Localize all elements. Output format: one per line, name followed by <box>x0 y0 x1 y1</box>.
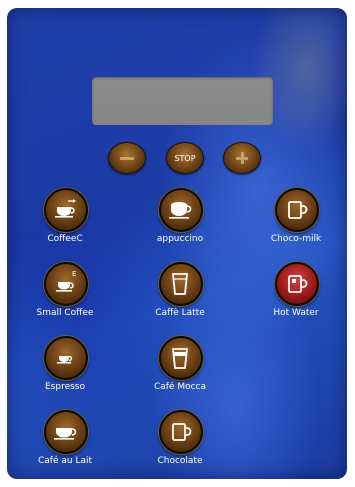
cafe-au-lait-label: Café au Lait <box>37 456 92 466</box>
cup-arrow-icon <box>55 199 76 218</box>
mug-icon <box>288 201 308 219</box>
small-cup-icon: E <box>56 270 76 292</box>
cup-icon <box>54 428 77 440</box>
cappuccino-button[interactable]: appuccino <box>135 188 225 258</box>
cafe-mocca-button[interactable]: Café Mocca <box>135 336 225 406</box>
choco-milk-label: Choco-milk <box>270 234 322 244</box>
cafe-au-lait-button[interactable]: Café au Lait <box>20 410 110 480</box>
stop-button[interactable]: STOP <box>166 142 204 174</box>
tall-glass-icon <box>172 273 188 295</box>
increase-button[interactable] <box>223 142 261 174</box>
coffee-c-button[interactable]: CoffeeC <box>20 188 110 258</box>
chocolate-label: Chocolate <box>157 456 203 466</box>
cafe-mocca-label: Café Mocca <box>153 382 207 392</box>
hot-water-button[interactable]: Hot Water <box>251 262 341 332</box>
stop-label: STOP <box>174 153 196 163</box>
cappuccino-label: appuccino <box>156 234 204 244</box>
coffee-c-label: CoffeeC <box>47 234 83 244</box>
choco-milk-button[interactable]: Choco-milk <box>251 188 341 258</box>
chocolate-mug-icon <box>172 423 192 441</box>
hot-water-label: Hot Water <box>273 308 319 318</box>
caffe-latte-button[interactable]: Caffè Latte <box>135 262 225 332</box>
small-coffee-badge: E <box>72 270 76 278</box>
decrease-button[interactable] <box>108 142 146 174</box>
espresso-label: Espresso <box>44 382 85 392</box>
machine-frame: STOP CoffeeC appuccino Choco-milk E Smal… <box>0 0 355 487</box>
lcd-display <box>92 77 273 125</box>
small-coffee-label: Small Coffee <box>36 308 94 318</box>
espresso-cup-icon <box>57 355 73 364</box>
mocca-glass-icon <box>172 348 188 369</box>
plus-icon <box>236 152 248 164</box>
minus-icon <box>120 156 134 160</box>
caffe-latte-label: Caffè Latte <box>155 308 205 318</box>
cappuccino-cup-icon <box>169 202 192 219</box>
chocolate-button[interactable]: Chocolate <box>135 410 225 480</box>
small-coffee-button[interactable]: E Small Coffee <box>20 262 110 332</box>
espresso-button[interactable]: Espresso <box>20 336 110 406</box>
hot-water-mug-icon <box>288 275 308 293</box>
